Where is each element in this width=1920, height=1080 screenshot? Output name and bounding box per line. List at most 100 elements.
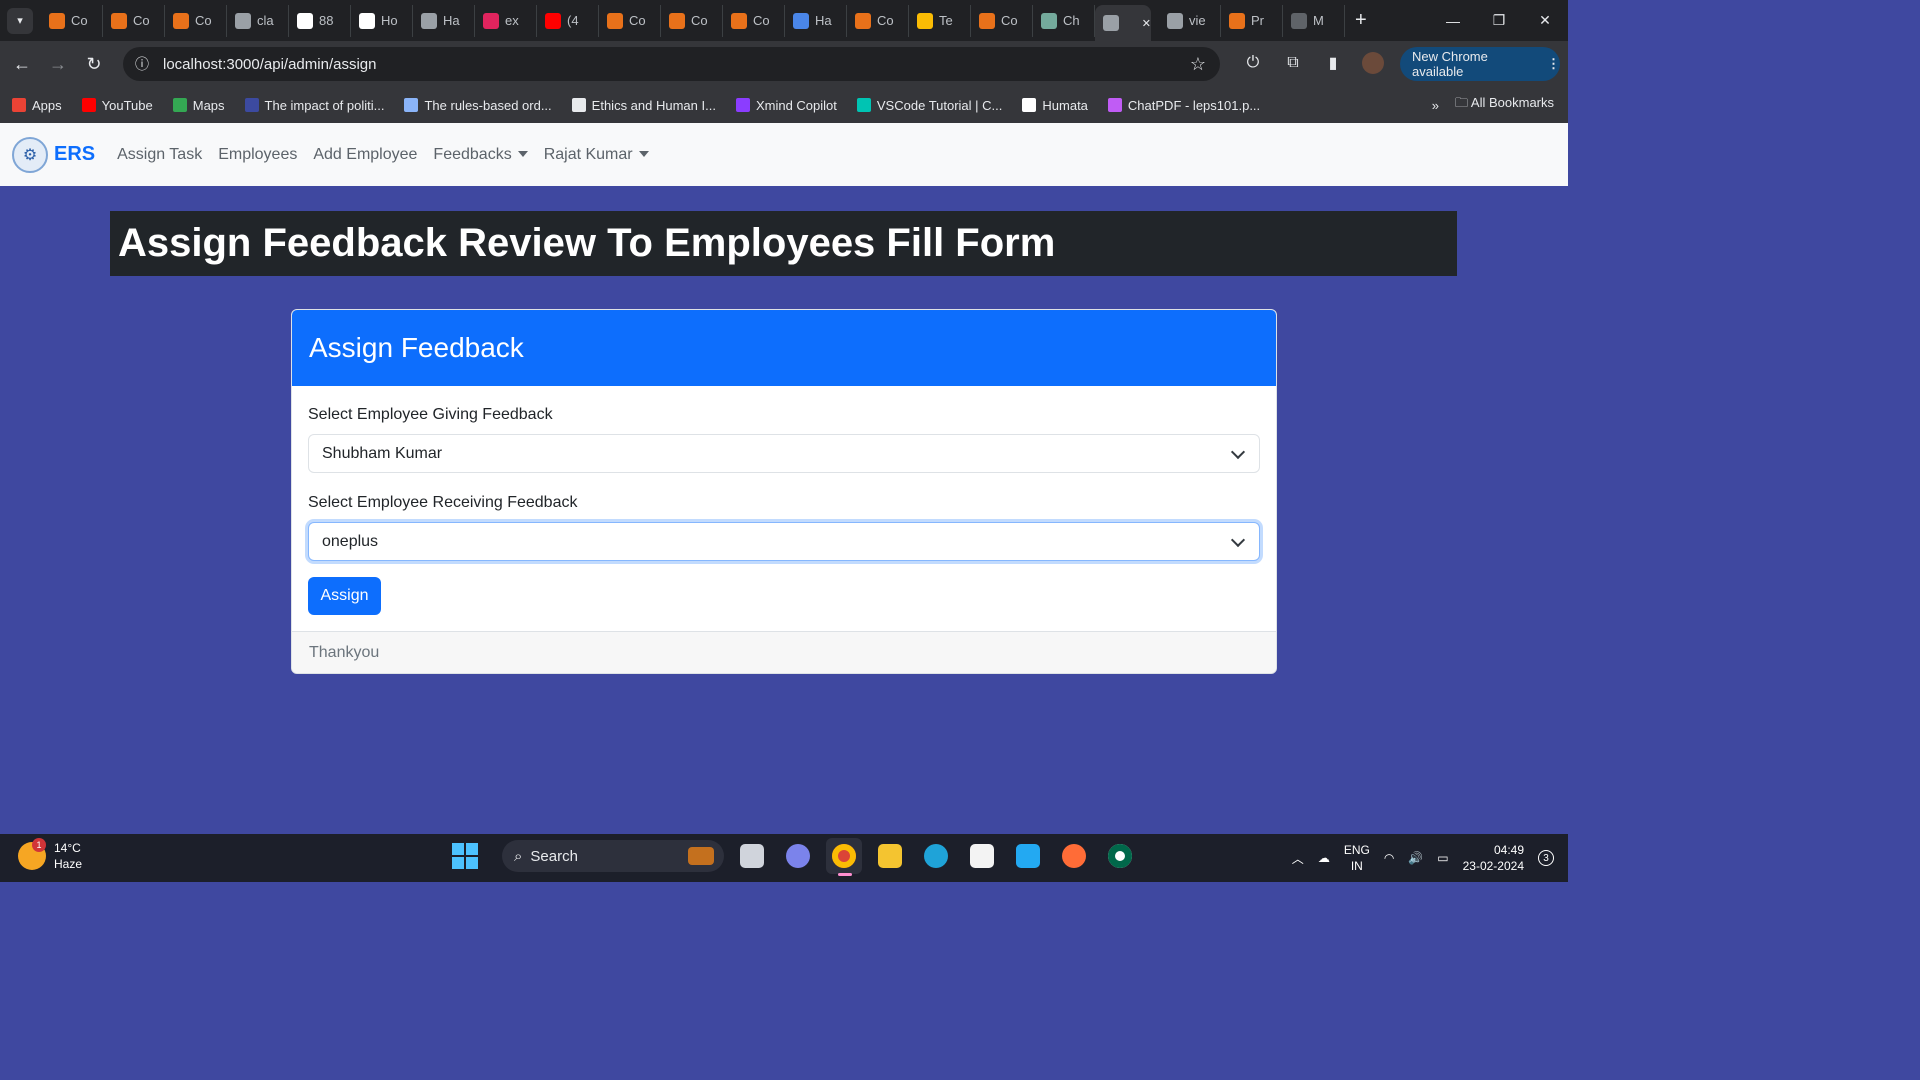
- tab-favicon-icon: [173, 12, 189, 29]
- tab-favicon-icon: [979, 12, 995, 29]
- browser-tab[interactable]: Te: [909, 4, 971, 37]
- caret-down-icon: [517, 151, 528, 158]
- nav-user-dropdown[interactable]: Rajat Kumar: [544, 146, 649, 164]
- browser-tab[interactable]: Co: [165, 4, 227, 37]
- back-icon[interactable]: ←: [4, 46, 40, 82]
- battery-icon[interactable]: ▭: [1437, 851, 1448, 865]
- browser-tab[interactable]: vie: [1159, 4, 1221, 37]
- receiver-select[interactable]: oneplus: [308, 522, 1260, 561]
- ms-store-icon[interactable]: [964, 838, 1000, 874]
- postman-icon[interactable]: [1056, 838, 1092, 874]
- nav-add-employee[interactable]: Add Employee: [313, 146, 417, 164]
- minimize-icon[interactable]: —: [1430, 0, 1476, 41]
- bookmark-item[interactable]: VSCode Tutorial | C...: [856, 98, 1002, 113]
- reload-icon[interactable]: ↻: [76, 46, 112, 82]
- bookmark-item[interactable]: Apps: [12, 98, 62, 113]
- browser-tab[interactable]: Ha: [785, 4, 847, 37]
- extensions-puzzle-icon[interactable]: ⧉: [1276, 46, 1310, 80]
- onedrive-cloud-icon[interactable]: ☁: [1318, 851, 1330, 865]
- browser-tab[interactable]: Co: [723, 4, 785, 37]
- browser-tab[interactable]: (4: [537, 4, 599, 37]
- bookmark-label: YouTube: [101, 97, 153, 113]
- site-info-icon[interactable]: ⓘ: [125, 54, 159, 74]
- file-explorer-icon[interactable]: [872, 838, 908, 874]
- weather-text: 14°C Haze: [54, 840, 82, 872]
- browser-tab[interactable]: Ch: [1033, 4, 1095, 37]
- browser-tab[interactable]: M: [1283, 4, 1345, 37]
- teams-chat-icon[interactable]: [780, 838, 816, 874]
- close-tab-icon[interactable]: ✕: [1142, 17, 1151, 30]
- browser-tab[interactable]: Co: [41, 4, 103, 37]
- browser-tab[interactable]: Co: [661, 4, 723, 37]
- tab-favicon-icon: [917, 12, 933, 29]
- chrome-update-button[interactable]: New Chrome available ⋮: [1400, 47, 1560, 81]
- restore-icon[interactable]: ❐: [1476, 0, 1522, 41]
- vscode-icon[interactable]: [1010, 838, 1046, 874]
- brand-link[interactable]: ⚙ ERS: [12, 136, 95, 173]
- extension-off-icon[interactable]: ⏻: [1236, 46, 1270, 80]
- all-bookmarks-button[interactable]: 🗀 All Bookmarks: [1455, 94, 1554, 116]
- bookmark-favicon-icon: [12, 98, 26, 112]
- browser-tab[interactable]: Ho: [351, 4, 413, 37]
- bookmark-item[interactable]: ChatPDF - leps101.p...: [1107, 98, 1260, 113]
- bookmark-item[interactable]: Humata: [1022, 98, 1088, 113]
- browser-tab[interactable]: Co: [847, 4, 909, 37]
- mongodb-compass-icon[interactable]: [1102, 838, 1138, 874]
- more-menu-icon[interactable]: ⋮: [1547, 56, 1560, 72]
- taskbar-search-label: Search: [530, 847, 578, 865]
- address-bar[interactable]: ⓘ localhost:3000/api/admin/assign ☆: [123, 47, 1220, 81]
- chrome-taskbar-icon[interactable]: [826, 838, 862, 876]
- browser-tab[interactable]: cla: [227, 4, 289, 37]
- caret-down-icon: [638, 151, 649, 158]
- nav-assign-task[interactable]: Assign Task: [117, 146, 202, 164]
- browser-tab[interactable]: Co: [971, 4, 1033, 37]
- bookmark-item[interactable]: Ethics and Human I...: [571, 98, 716, 113]
- nav-feedbacks-dropdown[interactable]: Feedbacks: [433, 146, 528, 164]
- new-tab-button[interactable]: +: [1355, 9, 1367, 32]
- browser-tab[interactable]: 88: [289, 4, 351, 37]
- tab-favicon-icon: [235, 12, 251, 29]
- giver-select[interactable]: Shubham Kumar: [308, 434, 1260, 473]
- windows-start-icon[interactable]: [452, 843, 478, 869]
- bookmark-star-icon[interactable]: ☆: [1190, 54, 1206, 75]
- tab-favicon-icon: [793, 12, 809, 29]
- more-bookmarks-icon[interactable]: »: [1432, 98, 1439, 113]
- wifi-icon[interactable]: ◠: [1384, 851, 1394, 865]
- bookmark-item[interactable]: Maps: [172, 98, 225, 113]
- show-hidden-icons-icon[interactable]: ︿: [1292, 850, 1304, 867]
- tab-label: Co: [195, 13, 212, 28]
- nav-employees[interactable]: Employees: [218, 146, 297, 164]
- edge-icon[interactable]: [918, 838, 954, 874]
- windows-taskbar: 1 14°C Haze ⌕ Search ︿ ☁ ENG IN ◠ 🔊 ▭ 04…: [0, 834, 1568, 882]
- tab-favicon-icon: [855, 12, 871, 29]
- close-window-icon[interactable]: ✕: [1522, 0, 1568, 41]
- profile-avatar[interactable]: [1356, 46, 1390, 80]
- weather-widget[interactable]: 1 14°C Haze: [18, 838, 82, 872]
- card-header: Assign Feedback: [292, 310, 1276, 386]
- assign-button[interactable]: Assign: [308, 577, 381, 615]
- forward-icon[interactable]: →: [40, 46, 76, 82]
- url-text[interactable]: localhost:3000/api/admin/assign: [163, 56, 376, 73]
- tab-favicon-icon: [1229, 12, 1245, 29]
- language-indicator[interactable]: ENG IN: [1344, 842, 1370, 874]
- clock[interactable]: 04:49 23-02-2024: [1463, 842, 1524, 874]
- browser-tab[interactable]: Pr: [1221, 4, 1283, 37]
- bookmark-item[interactable]: Xmind Copilot: [735, 98, 837, 113]
- tab-search-button[interactable]: ▾: [7, 7, 33, 34]
- task-view-icon[interactable]: [734, 838, 770, 874]
- bookmark-item[interactable]: YouTube: [81, 97, 153, 113]
- side-panel-icon[interactable]: ▮: [1316, 46, 1350, 80]
- browser-tab-active[interactable]: ✕: [1095, 5, 1151, 41]
- bookmark-favicon-icon: [404, 98, 419, 112]
- bookmark-item[interactable]: The impact of politi...: [244, 98, 384, 113]
- volume-icon[interactable]: 🔊: [1408, 851, 1423, 865]
- bookmark-item[interactable]: The rules-based ord...: [404, 98, 552, 113]
- browser-tab[interactable]: ex: [475, 4, 537, 37]
- browser-tab[interactable]: Ha: [413, 4, 475, 37]
- notification-badge[interactable]: 3: [1538, 850, 1554, 866]
- taskbar-search[interactable]: ⌕ Search: [502, 840, 724, 872]
- browser-tab[interactable]: Co: [103, 4, 165, 37]
- update-label: New Chrome available: [1412, 49, 1488, 79]
- app-navbar: ⚙ ERS Assign Task Employees Add Employee…: [0, 123, 1568, 186]
- browser-tab[interactable]: Co: [599, 4, 661, 37]
